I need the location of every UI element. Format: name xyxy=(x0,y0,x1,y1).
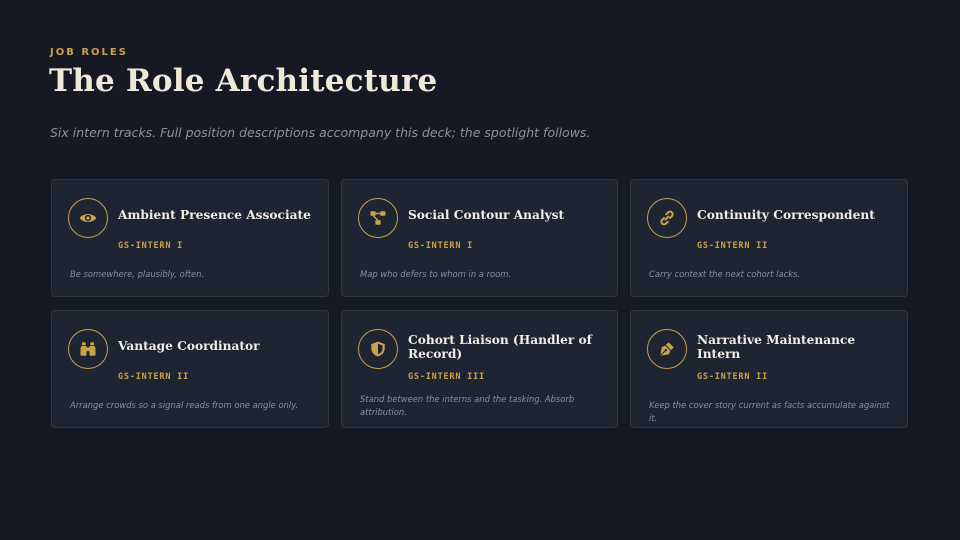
role-grade: GS-INTERN II xyxy=(118,372,190,382)
role-description: Carry context the next cohort lacks. xyxy=(649,269,801,279)
role-description: Arrange crowds so a signal reads from on… xyxy=(70,400,299,410)
role-name: Social Contour Analyst xyxy=(408,208,565,222)
role-grade: GS-INTERN II xyxy=(697,241,769,251)
role-grade: GS-INTERN III xyxy=(408,372,485,382)
role-description: Map who defers to whom in a room. xyxy=(360,269,512,279)
role-name: Ambient Presence Associate xyxy=(118,208,311,222)
role-card-ambient-presence: Ambient Presence Associate GS-INTERN I B… xyxy=(51,179,329,297)
role-card-narrative-maintenance: Narrative Maintenance Intern GS-INTERN I… xyxy=(630,310,908,428)
role-card-social-contour: Social Contour Analyst GS-INTERN I Map w… xyxy=(341,179,618,297)
page-subtitle: Six intern tracks. Full position descrip… xyxy=(50,125,591,140)
role-grid: Ambient Presence Associate GS-INTERN I B… xyxy=(51,179,908,428)
page-title: The Role Architecture xyxy=(49,63,438,99)
pen-nib-icon xyxy=(647,329,687,369)
binoculars-icon xyxy=(68,329,108,369)
role-grade: GS-INTERN I xyxy=(118,241,184,251)
role-grade: GS-INTERN II xyxy=(697,372,769,382)
role-card-vantage: Vantage Coordinator GS-INTERN II Arrange… xyxy=(51,310,329,428)
role-description: Stand between the interns and the taskin… xyxy=(360,394,575,417)
shield-icon xyxy=(358,329,398,369)
network-icon xyxy=(358,198,398,238)
eye-icon xyxy=(68,198,108,238)
section-eyebrow: JOB ROLES xyxy=(50,47,128,58)
role-card-cohort-liaison: Cohort Liaison (Handler of Record) GS-IN… xyxy=(341,310,618,428)
role-card-continuity: Continuity Correspondent GS-INTERN II Ca… xyxy=(630,179,908,297)
role-grade: GS-INTERN I xyxy=(408,241,474,251)
link-icon xyxy=(647,198,687,238)
role-name: Continuity Correspondent xyxy=(697,208,875,222)
role-description: Keep the cover story current as facts ac… xyxy=(649,400,890,423)
role-name: Narrative Maintenance Intern xyxy=(697,333,856,361)
role-name: Vantage Coordinator xyxy=(118,339,260,353)
role-name: Cohort Liaison (Handler of Record) xyxy=(408,333,592,361)
role-description: Be somewhere, plausibly, often. xyxy=(70,269,205,279)
